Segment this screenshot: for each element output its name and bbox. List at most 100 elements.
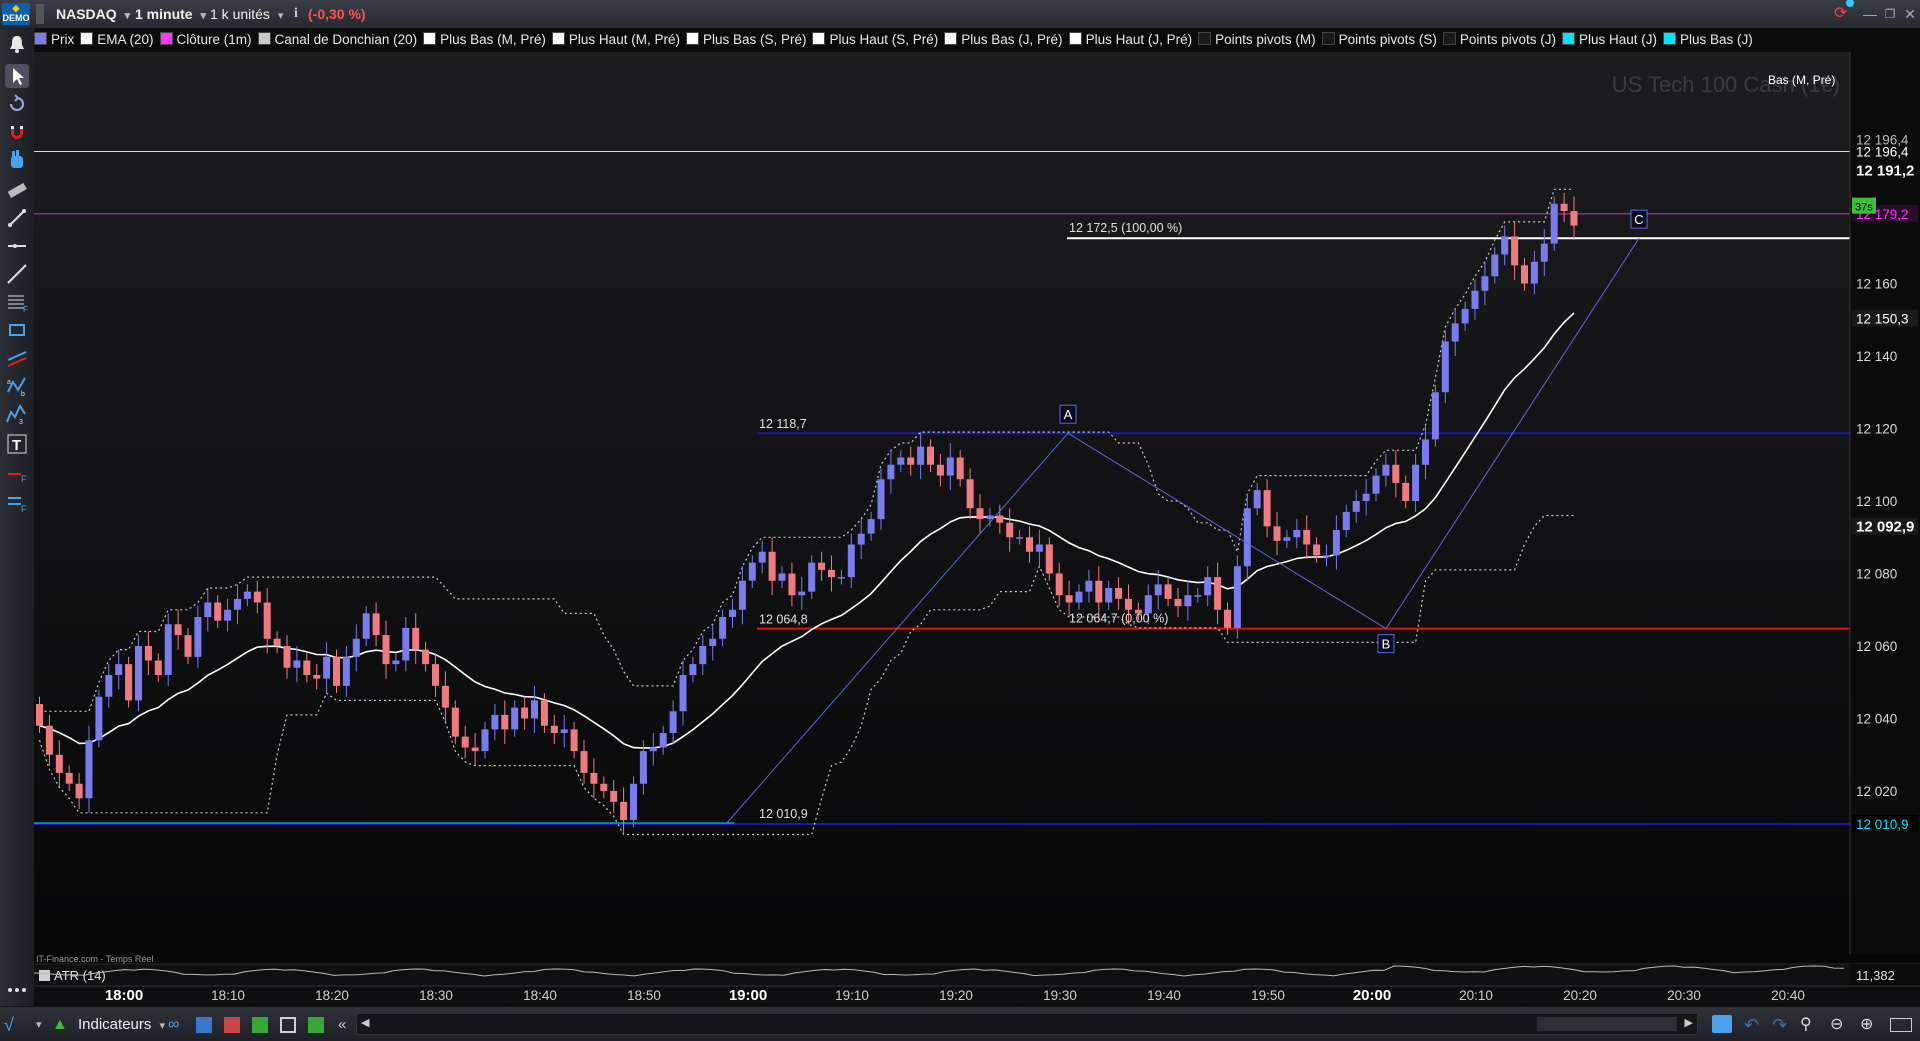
text-tool-icon[interactable]: T: [5, 432, 29, 456]
candle-body: [1530, 261, 1538, 284]
price-tick-label: 12 120: [1856, 422, 1897, 437]
candle-body: [1560, 203, 1568, 211]
calendar-icon[interactable]: [1712, 1015, 1732, 1033]
candle-body: [1164, 584, 1172, 599]
legend-item[interactable]: Points pivots (J): [1442, 28, 1556, 52]
candle-body: [1540, 243, 1548, 262]
candle-body: [847, 544, 855, 578]
scrollbar-thumb[interactable]: [1537, 1017, 1677, 1031]
legend-item[interactable]: Plus Bas (M, Pré): [423, 28, 546, 52]
scroll-left-icon[interactable]: ◀: [361, 1016, 369, 1029]
candle-body: [907, 457, 915, 465]
candle-body: [709, 638, 717, 646]
indicators-button[interactable]: ▲ Indicateurs ▾: [52, 1015, 165, 1035]
undo-icon[interactable]: ↶: [1744, 1015, 1759, 1035]
candle-body: [352, 638, 360, 657]
candle-body: [243, 591, 251, 599]
bars-icon[interactable]: [252, 1017, 268, 1033]
candle-body: [540, 700, 548, 726]
price-chart[interactable]: US Tech 100 Cash (1€) 12 118,712 064,812…: [34, 52, 1920, 1006]
legend-item[interactable]: EMA (20): [80, 28, 154, 52]
candle-body: [1016, 537, 1024, 539]
scroll-right-icon[interactable]: ▶: [1685, 1016, 1693, 1029]
countdown-badge: 37s: [1855, 202, 1873, 214]
horizontal-line-icon[interactable]: [5, 234, 29, 258]
collapse-left-icon[interactable]: «: [338, 1015, 346, 1035]
candle-body: [1045, 544, 1053, 574]
legend-item[interactable]: Plus Haut (M, Pré): [551, 28, 680, 52]
channel-tool-icon[interactable]: [5, 346, 29, 370]
zoom-out-icon[interactable]: ⊖: [1830, 1015, 1843, 1035]
candle-body: [531, 700, 538, 719]
legend-item[interactable]: Plus Bas (J): [1662, 28, 1753, 52]
candle-body: [1075, 591, 1083, 603]
ruler-icon[interactable]: [5, 178, 29, 202]
copy-chart-icon[interactable]: [196, 1017, 212, 1033]
info-icon: i: [294, 6, 298, 21]
legend-item[interactable]: Plus Haut (J): [1561, 28, 1657, 52]
time-tick-label: 18:50: [627, 988, 661, 1003]
timeframe-selector[interactable]: 1 minute: [135, 4, 206, 24]
candle-body: [837, 577, 845, 579]
segment-tool-icon[interactable]: [5, 206, 29, 230]
instrument-selector[interactable]: NASDAQ: [56, 4, 130, 24]
magnet-icon[interactable]: [5, 120, 29, 144]
legend-item[interactable]: Points pivots (S): [1321, 28, 1437, 52]
order-line-icon[interactable]: F: [5, 490, 29, 514]
candle-body: [1431, 392, 1439, 440]
candle-body: [293, 660, 301, 668]
hand-tool-icon[interactable]: [5, 148, 29, 172]
window-icon[interactable]: [280, 1017, 296, 1033]
legend-item[interactable]: Plus Bas (S, Pré): [685, 28, 806, 52]
chart-style-dropdown-icon[interactable]: ▾: [36, 1015, 46, 1035]
menu-icon[interactable]: [36, 4, 44, 24]
chart-style-icon[interactable]: √: [4, 1015, 34, 1035]
legend-item[interactable]: Plus Haut (J, Pré): [1068, 28, 1192, 52]
price-alert-line-icon[interactable]: F: [5, 462, 29, 486]
more-tools-icon[interactable]: [5, 978, 29, 1002]
candle-body: [491, 714, 499, 730]
bottom-toolbar: √ ▾ ▲ Indicateurs ▾ ∞ « ◀ ▶ ↶ ↷ ⚲ ⊖ ⊕: [0, 1006, 1920, 1041]
units-selector[interactable]: 1 k unités: [210, 4, 283, 24]
rectangle-tool-icon[interactable]: [5, 318, 29, 342]
wave-pattern-icon[interactable]: ab: [5, 374, 29, 398]
candle-body: [1441, 341, 1449, 393]
candle-body: [1372, 475, 1380, 494]
redo-icon[interactable]: ↷: [1772, 1015, 1787, 1035]
chart-background: [34, 52, 1920, 1006]
candle-body: [828, 569, 835, 578]
candle-body: [115, 664, 123, 675]
candle-body: [590, 772, 598, 784]
legend-item[interactable]: Canal de Donchian (20): [257, 28, 417, 52]
close-button[interactable]: ✕: [1902, 4, 1918, 24]
elliott-wave-icon[interactable]: 3: [5, 402, 29, 426]
info-button[interactable]: i: [290, 4, 302, 24]
rotate-tool-icon[interactable]: [5, 92, 29, 116]
fibonacci-icon[interactable]: F: [5, 290, 29, 314]
restore-button[interactable]: ❐: [1882, 4, 1898, 24]
legend-item[interactable]: Points pivots (M): [1198, 28, 1316, 52]
notes-icon[interactable]: [224, 1017, 240, 1033]
trendline-icon[interactable]: [5, 262, 29, 286]
atr-toggle-icon[interactable]: [39, 970, 50, 981]
candle-body: [600, 783, 608, 791]
candle-body: [85, 740, 93, 799]
legend-item[interactable]: Prix: [34, 28, 74, 52]
horizontal-scrollbar[interactable]: ◀ ▶: [356, 1013, 1698, 1035]
instrument-label: NASDAQ: [56, 6, 117, 22]
legend-item[interactable]: Clôture (1m): [159, 28, 252, 52]
candle-body: [768, 551, 776, 581]
legend-item[interactable]: Plus Bas (J, Pré): [944, 28, 1063, 52]
alert-bell-icon[interactable]: [5, 32, 29, 56]
candle-body: [966, 479, 974, 509]
zoom-in-icon[interactable]: ⊕: [1860, 1015, 1873, 1035]
zoom-fit-icon[interactable]: ⚲: [1800, 1015, 1812, 1035]
keyboard-icon[interactable]: [1890, 1018, 1912, 1032]
low-label: 12 010,9: [759, 807, 808, 821]
cursor-icon[interactable]: [5, 64, 29, 88]
candle-body: [798, 591, 806, 596]
minimize-button[interactable]: —: [1862, 4, 1878, 24]
share-icon[interactable]: ∞: [168, 1015, 179, 1035]
export-icon[interactable]: [308, 1017, 324, 1033]
legend-item[interactable]: Plus Haut (S, Pré): [812, 28, 938, 52]
